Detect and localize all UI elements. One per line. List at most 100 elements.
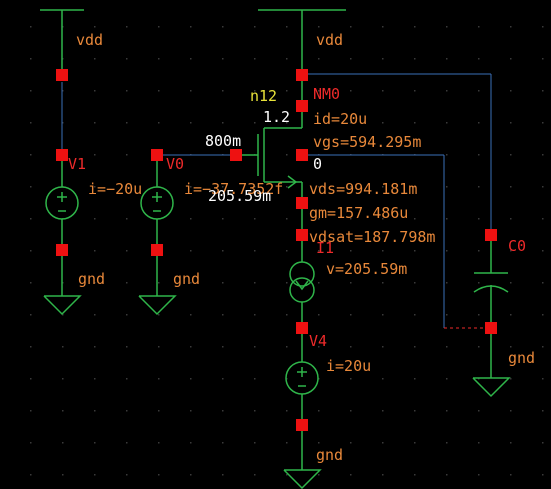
- pin[interactable]: [296, 229, 308, 241]
- vsource-v1: [43, 155, 82, 316]
- grid-dot: [446, 346, 448, 348]
- grid-dot: [542, 58, 544, 60]
- grid-dot: [286, 90, 288, 92]
- grid-dot: [510, 378, 512, 380]
- grid-dot: [478, 154, 480, 156]
- pin[interactable]: [296, 69, 308, 81]
- grid-dot: [414, 282, 416, 284]
- pin[interactable]: [296, 419, 308, 431]
- grid-dot: [382, 282, 384, 284]
- grid-dot: [126, 282, 128, 284]
- grid-dot: [350, 282, 352, 284]
- i1-name: I1: [316, 239, 334, 257]
- grid-dot: [286, 410, 288, 412]
- grid-dot: [62, 378, 64, 380]
- nm0-bulk: 0: [313, 155, 322, 173]
- grid-dot: [542, 154, 544, 156]
- grid-dot: [30, 282, 32, 284]
- grid-dot: [446, 218, 448, 220]
- grid-dot: [190, 378, 192, 380]
- pin[interactable]: [56, 244, 68, 256]
- nm0-vds: vds=994.181m: [309, 180, 417, 198]
- pin[interactable]: [296, 149, 308, 161]
- grid-dot: [542, 378, 544, 380]
- grid-dot: [222, 218, 224, 220]
- grid-dot: [414, 474, 416, 476]
- grid-dot: [158, 410, 160, 412]
- grid-dot: [350, 410, 352, 412]
- pin[interactable]: [485, 322, 497, 334]
- pin[interactable]: [296, 100, 308, 112]
- grid-dot: [318, 26, 320, 28]
- grid-dot: [222, 122, 224, 124]
- grid-dot: [30, 378, 32, 380]
- grid-dot: [158, 122, 160, 124]
- v0-gnd: gnd: [173, 270, 200, 288]
- grid-dot: [254, 282, 256, 284]
- grid-dot: [446, 250, 448, 252]
- grid-dot: [478, 122, 480, 124]
- grid-dot: [190, 442, 192, 444]
- pin[interactable]: [296, 322, 308, 334]
- c0-name: C0: [508, 237, 526, 255]
- capacitor-c0: [472, 236, 511, 398]
- pin[interactable]: [56, 149, 68, 161]
- grid-dot: [190, 314, 192, 316]
- v4-name: V4: [309, 332, 327, 350]
- grid-dot: [94, 250, 96, 252]
- v0-name: V0: [166, 155, 184, 173]
- pin[interactable]: [485, 229, 497, 241]
- pin[interactable]: [151, 244, 163, 256]
- grid-dot: [542, 250, 544, 252]
- grid-dot: [254, 58, 256, 60]
- grid-dot: [318, 410, 320, 412]
- grid-dots: [30, 26, 544, 476]
- grid-dot: [478, 26, 480, 28]
- grid-dot: [478, 314, 480, 316]
- pin[interactable]: [296, 197, 308, 209]
- grid-dot: [30, 186, 32, 188]
- grid-dot: [350, 346, 352, 348]
- nm0-id: id=20u: [313, 110, 367, 128]
- grid-dot: [382, 250, 384, 252]
- grid-dot: [542, 186, 544, 188]
- grid-dot: [254, 314, 256, 316]
- grid-dot: [190, 58, 192, 60]
- grid-dot: [126, 314, 128, 316]
- grid-dot: [446, 410, 448, 412]
- grid-dot: [446, 186, 448, 188]
- grid-dot: [446, 314, 448, 316]
- grid-dot: [126, 122, 128, 124]
- grid-dot: [126, 378, 128, 380]
- pin[interactable]: [56, 69, 68, 81]
- grid-dot: [414, 90, 416, 92]
- schematic: vdd vdd V1 i=−20u gnd V0 i=−37.7352f gnd…: [30, 9, 544, 489]
- grid-dot: [222, 474, 224, 476]
- grid-dot: [158, 378, 160, 380]
- grid-dot: [94, 474, 96, 476]
- grid-dot: [126, 250, 128, 252]
- isource-i1: [289, 236, 315, 328]
- grid-dot: [446, 26, 448, 28]
- grid-dot: [286, 26, 288, 28]
- grid-dot: [446, 282, 448, 284]
- grid-dot: [30, 442, 32, 444]
- grid-dot: [382, 378, 384, 380]
- grid-dot: [254, 250, 256, 252]
- pin[interactable]: [230, 149, 242, 161]
- vdd-label-mid: vdd: [316, 31, 343, 49]
- grid-dot: [126, 154, 128, 156]
- grid-dot: [510, 410, 512, 412]
- grid-dot: [30, 218, 32, 220]
- grid-dot: [446, 442, 448, 444]
- pin[interactable]: [151, 149, 163, 161]
- grid-dot: [254, 474, 256, 476]
- grid-dot: [350, 378, 352, 380]
- grid-dot: [510, 90, 512, 92]
- grid-dot: [478, 346, 480, 348]
- grid-dot: [542, 122, 544, 124]
- grid-dot: [286, 282, 288, 284]
- grid-dot: [350, 58, 352, 60]
- grid-dot: [318, 58, 320, 60]
- source-voltage: 205.59m: [208, 187, 271, 205]
